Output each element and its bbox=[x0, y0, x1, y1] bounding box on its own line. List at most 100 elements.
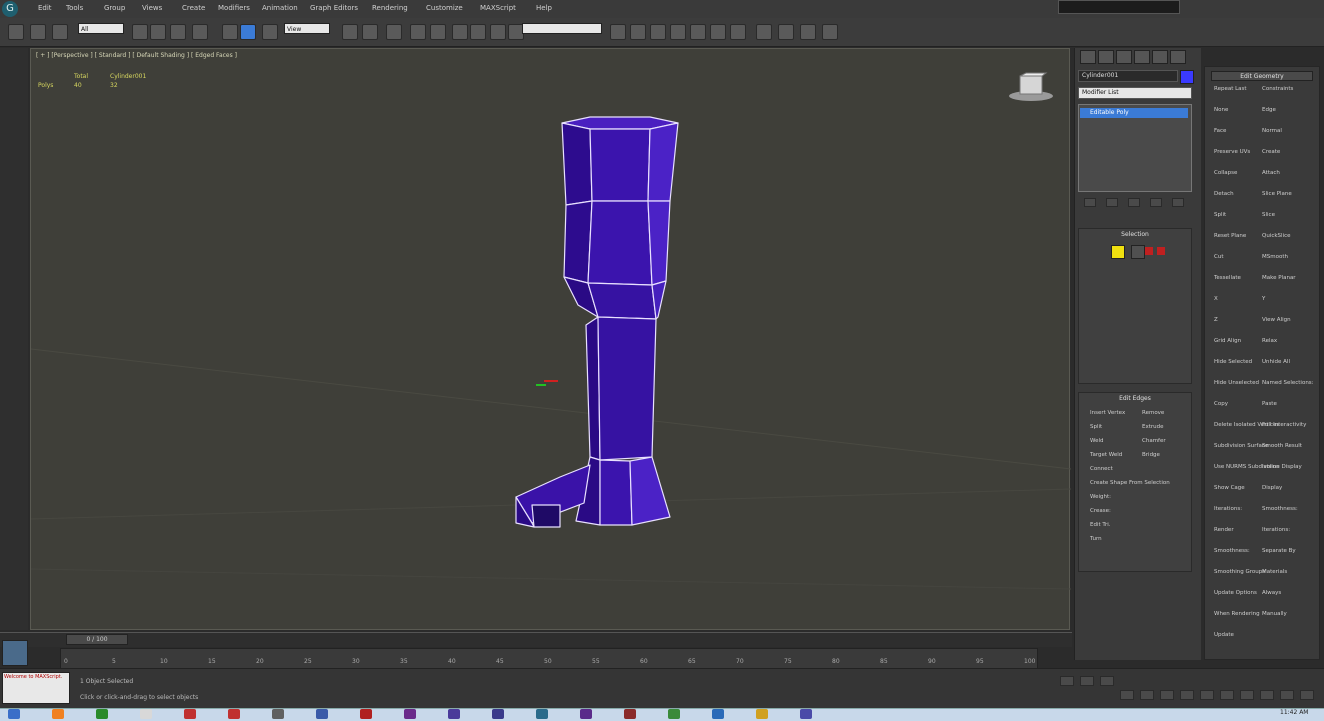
geom-op-show-cage[interactable]: Show Cage bbox=[1214, 485, 1245, 491]
keyboard-shortcut-icon[interactable] bbox=[430, 24, 446, 40]
show-end-result-icon[interactable] bbox=[1106, 198, 1118, 207]
taskbar-app-icon[interactable] bbox=[624, 709, 636, 719]
prev-frame-button[interactable] bbox=[1140, 690, 1154, 700]
menu-item-maxscript[interactable]: MAXScript bbox=[480, 4, 516, 12]
tab-modify-icon[interactable] bbox=[1098, 50, 1114, 64]
percent-snap-icon[interactable] bbox=[490, 24, 506, 40]
geom-op-attach[interactable]: Attach bbox=[1262, 170, 1280, 176]
taskbar-app-icon[interactable] bbox=[360, 709, 372, 719]
render-icon[interactable] bbox=[822, 24, 838, 40]
edge-op-weight[interactable]: Weight: bbox=[1090, 494, 1111, 500]
pan-button[interactable] bbox=[1260, 690, 1274, 700]
geom-op-iterations[interactable]: Iterations: bbox=[1214, 506, 1242, 512]
geom-op-msmooth[interactable]: MSmooth bbox=[1262, 254, 1288, 260]
menu-item-animation[interactable]: Animation bbox=[262, 4, 298, 12]
workspace-selector[interactable] bbox=[1058, 0, 1180, 14]
border-mode-icon[interactable] bbox=[1145, 247, 1153, 255]
edge-op-create-shape-from-selection[interactable]: Create Shape From Selection bbox=[1090, 480, 1170, 486]
geom-op-normal[interactable]: Normal bbox=[1262, 128, 1282, 134]
geom-op-preserve-uvs[interactable]: Preserve UVs bbox=[1214, 149, 1250, 155]
geom-op-update-options[interactable]: Update Options bbox=[1214, 590, 1257, 596]
edit-geometry-title[interactable]: Edit Geometry bbox=[1211, 71, 1313, 81]
stack-item-editable-poly[interactable]: Editable Poly bbox=[1080, 108, 1188, 118]
taskbar-app-icon[interactable] bbox=[404, 709, 416, 719]
auto-key-button[interactable] bbox=[1060, 676, 1074, 686]
named-selection-set-dropdown[interactable] bbox=[522, 23, 602, 34]
edit-edges-title[interactable]: Edit Edges bbox=[1079, 395, 1191, 402]
geom-op-unhide-all[interactable]: Unhide All bbox=[1262, 359, 1290, 365]
snap-icon[interactable] bbox=[452, 24, 468, 40]
app-logo-icon[interactable]: G bbox=[2, 1, 18, 17]
geom-op-separate-by[interactable]: Separate By bbox=[1262, 548, 1296, 554]
menu-item-graph-editors[interactable]: Graph Editors bbox=[310, 4, 358, 12]
taskbar-app-icon[interactable] bbox=[140, 709, 152, 719]
object-color-swatch[interactable] bbox=[1180, 70, 1194, 84]
geom-op-relax[interactable]: Relax bbox=[1262, 338, 1277, 344]
geom-op-hide-selected[interactable]: Hide Selected bbox=[1214, 359, 1252, 365]
geom-op-named-selections[interactable]: Named Selections: bbox=[1262, 380, 1314, 386]
tab-hierarchy-icon[interactable] bbox=[1116, 50, 1132, 64]
select-rotate-icon[interactable] bbox=[342, 24, 358, 40]
taskbar-app-icon[interactable] bbox=[668, 709, 680, 719]
menu-item-modifiers[interactable]: Modifiers bbox=[218, 4, 250, 12]
edge-op-turn[interactable]: Turn bbox=[1090, 536, 1102, 542]
menu-item-rendering[interactable]: Rendering bbox=[372, 4, 408, 12]
geom-op-smooth-result[interactable]: Smooth Result bbox=[1262, 443, 1302, 449]
info-center-search[interactable] bbox=[1190, 2, 1320, 10]
taskbar-app-icon[interactable] bbox=[228, 709, 240, 719]
selection-rollout-title[interactable]: Selection bbox=[1079, 231, 1191, 238]
edge-op-insert-vertex[interactable]: Insert Vertex bbox=[1090, 410, 1125, 416]
geom-op-edge[interactable]: Edge bbox=[1262, 107, 1276, 113]
menu-item-views[interactable]: Views bbox=[142, 4, 162, 12]
select-scale-icon[interactable] bbox=[362, 24, 378, 40]
time-config-button[interactable] bbox=[1220, 690, 1234, 700]
toggle-ribbon-icon[interactable] bbox=[690, 24, 706, 40]
unlink-icon[interactable] bbox=[132, 24, 148, 40]
geom-op-hide-unselected[interactable]: Hide Unselected bbox=[1214, 380, 1259, 386]
edge-op-chamfer[interactable]: Chamfer bbox=[1142, 438, 1166, 444]
time-slider-track[interactable] bbox=[0, 632, 1072, 647]
menu-item-create[interactable]: Create bbox=[182, 4, 205, 12]
make-unique-icon[interactable] bbox=[1128, 198, 1140, 207]
curve-editor-icon[interactable] bbox=[710, 24, 726, 40]
edge-op-extrude[interactable]: Extrude bbox=[1142, 424, 1164, 430]
taskbar-app-icon[interactable] bbox=[580, 709, 592, 719]
geom-op-slice[interactable]: Slice bbox=[1262, 212, 1275, 218]
taskbar-app-icon[interactable] bbox=[316, 709, 328, 719]
geom-op-split[interactable]: Split bbox=[1214, 212, 1226, 218]
set-key-button[interactable] bbox=[1080, 676, 1094, 686]
render-setup-icon[interactable] bbox=[778, 24, 794, 40]
edge-op-edit-tri[interactable]: Edit Tri. bbox=[1090, 522, 1111, 528]
edge-op-remove[interactable]: Remove bbox=[1142, 410, 1164, 416]
geom-op-manually[interactable]: Manually bbox=[1262, 611, 1287, 617]
geom-op-when-rendering[interactable]: When Rendering bbox=[1214, 611, 1260, 617]
geom-op-cut[interactable]: Cut bbox=[1214, 254, 1223, 260]
play-button[interactable] bbox=[1160, 690, 1174, 700]
edit-named-sel-icon[interactable] bbox=[610, 24, 626, 40]
geom-op-x[interactable]: X bbox=[1214, 296, 1218, 302]
taskbar-app-icon[interactable] bbox=[96, 709, 108, 719]
go-to-end-button[interactable] bbox=[1200, 690, 1214, 700]
geom-op-grid-align[interactable]: Grid Align bbox=[1214, 338, 1241, 344]
tab-create-icon[interactable] bbox=[1080, 50, 1096, 64]
remove-modifier-icon[interactable] bbox=[1150, 198, 1162, 207]
taskbar-app-icon[interactable] bbox=[536, 709, 548, 719]
geom-op-make-planar[interactable]: Make Planar bbox=[1262, 275, 1296, 281]
edge-op-crease[interactable]: Crease: bbox=[1090, 508, 1111, 514]
reference-coordinate-dropdown[interactable]: View bbox=[284, 23, 330, 34]
menu-item-edit[interactable]: Edit bbox=[38, 4, 52, 12]
geom-op-face[interactable]: Face bbox=[1214, 128, 1226, 134]
geom-op-paste[interactable]: Paste bbox=[1262, 401, 1277, 407]
geom-op-collapse[interactable]: Collapse bbox=[1214, 170, 1237, 176]
taskbar-app-icon[interactable] bbox=[184, 709, 196, 719]
material-editor-icon[interactable] bbox=[756, 24, 772, 40]
go-to-start-button[interactable] bbox=[1120, 690, 1134, 700]
tab-motion-icon[interactable] bbox=[1134, 50, 1150, 64]
taskbar-app-icon[interactable] bbox=[8, 709, 20, 719]
taskbar-app-icon[interactable] bbox=[800, 709, 812, 719]
viewcube-icon[interactable] bbox=[1006, 72, 1056, 104]
mini-listener-icon[interactable] bbox=[2, 640, 28, 666]
taskbar-app-icon[interactable] bbox=[52, 709, 64, 719]
configure-sets-icon[interactable] bbox=[1172, 198, 1184, 207]
tab-utilities-icon[interactable] bbox=[1170, 50, 1186, 64]
